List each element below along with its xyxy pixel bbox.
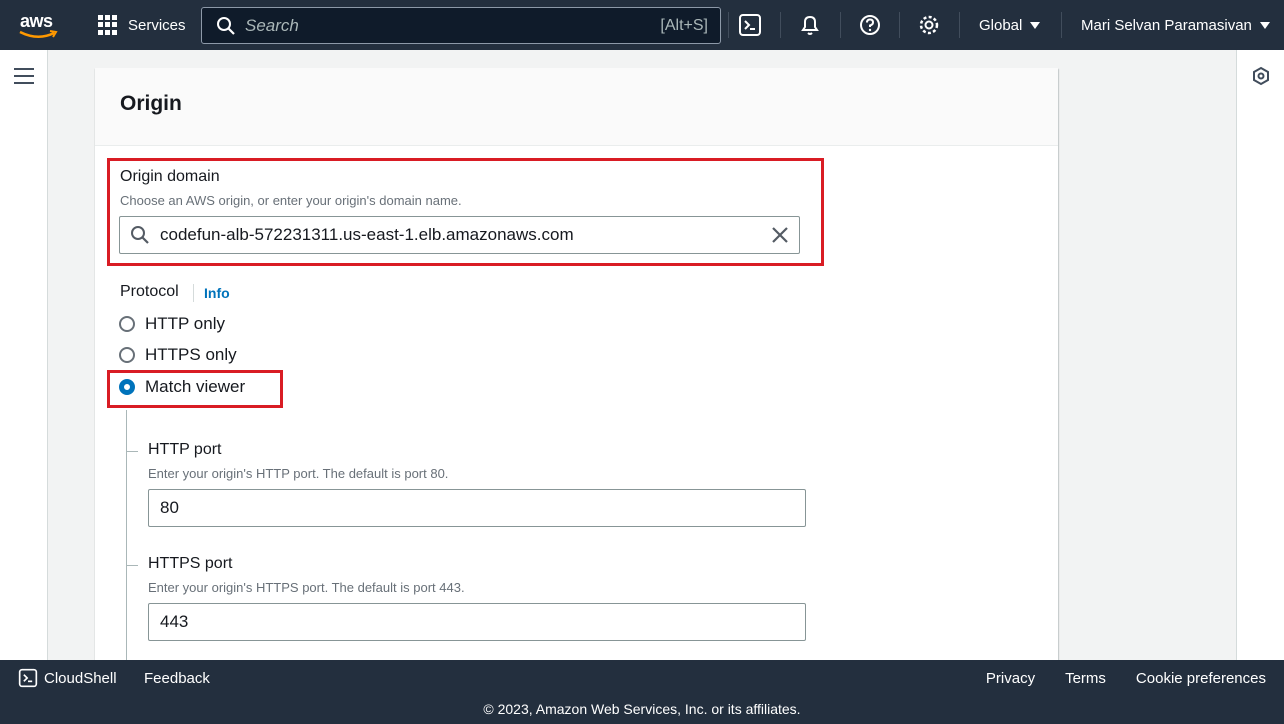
http-port-description: Enter your origin's HTTP port. The defau… [148,466,449,481]
nav-divider [959,12,960,38]
aws-logo-text: aws [20,11,53,31]
copyright-text: © 2023, Amazon Web Services, Inc. or its… [483,701,801,717]
http-port-field[interactable] [148,489,806,527]
nav-divider [899,12,900,38]
cookie-preferences-link[interactable]: Cookie preferences [1136,670,1266,687]
origin-domain-description: Choose an AWS origin, or enter your orig… [120,193,462,208]
http-port-label: HTTP port [148,441,222,458]
https-port-input[interactable] [160,612,805,632]
origin-panel: Origin Origin domain Choose an AWS origi… [95,68,1058,660]
services-grid-icon [98,15,118,35]
radio-button[interactable] [119,316,135,332]
nav-divider [728,12,729,38]
search-input[interactable] [245,15,661,36]
hexagon-icon[interactable] [1251,66,1271,86]
search-icon [131,226,149,244]
nav-divider [1061,12,1062,38]
https-port-description: Enter your origin's HTTPS port. The defa… [148,580,465,595]
clear-icon[interactable] [771,226,789,244]
origin-domain-field[interactable] [119,216,800,254]
radio-label: HTTP only [145,314,225,333]
search-bar[interactable]: [Alt+S] [201,7,721,44]
bell-icon[interactable] [798,13,822,37]
aws-logo[interactable]: aws [18,10,62,40]
cloudshell-icon[interactable] [738,13,762,37]
region-selector[interactable]: Global [979,0,1041,50]
user-label: Mari Selvan Paramasivan [1081,16,1252,34]
origin-domain-label: Origin domain [120,168,220,185]
account-menu[interactable]: Mari Selvan Paramasivan [1081,0,1270,50]
help-icon[interactable] [858,13,882,37]
https-port-field[interactable] [148,603,806,641]
radio-http-only[interactable]: HTTP only [119,314,225,334]
privacy-link[interactable]: Privacy [986,670,1035,687]
tree-connector [126,565,138,566]
region-label: Global [979,16,1023,34]
aws-smile-icon [19,30,58,38]
radio-https-only[interactable]: HTTPS only [119,345,237,365]
tree-connector [126,410,127,660]
tree-connector [126,451,138,452]
chevron-down-icon [1030,21,1041,29]
search-icon [217,16,235,35]
https-port-label: HTTPS port [148,555,233,572]
terms-link[interactable]: Terms [1065,670,1106,687]
radio-button[interactable] [119,347,135,363]
left-rail [0,50,48,660]
panel-header: Origin [95,68,1058,146]
menu-icon[interactable] [14,68,34,84]
gear-icon[interactable] [917,13,941,37]
right-rail [1236,50,1284,660]
info-divider [193,284,194,302]
search-shortcut: [Alt+S] [660,16,708,34]
radio-match-viewer[interactable]: Match viewer [119,377,245,397]
nav-divider [780,12,781,38]
radio-button-selected[interactable] [119,379,135,395]
protocol-info-link[interactable]: Info [204,285,230,301]
protocol-label: Protocol [120,283,179,300]
top-navigation: aws Services [Alt+S] [0,0,1284,50]
footer: CloudShell Feedback Privacy Terms Cookie… [0,660,1284,724]
http-port-input[interactable] [160,498,805,518]
footer-links: Privacy Terms Cookie preferences [986,670,1266,687]
cloudshell-button[interactable]: CloudShell [18,668,117,688]
cloudshell-label: CloudShell [44,669,117,687]
radio-label: HTTPS only [145,345,237,364]
radio-label: Match viewer [145,377,246,396]
feedback-link[interactable]: Feedback [144,670,210,687]
nav-divider [840,12,841,38]
panel-title: Origin [120,92,182,115]
cloudshell-icon [18,668,38,688]
chevron-down-icon [1259,21,1270,29]
services-label: Services [128,16,186,34]
services-menu[interactable]: Services [98,0,186,50]
origin-domain-input[interactable] [160,225,771,245]
